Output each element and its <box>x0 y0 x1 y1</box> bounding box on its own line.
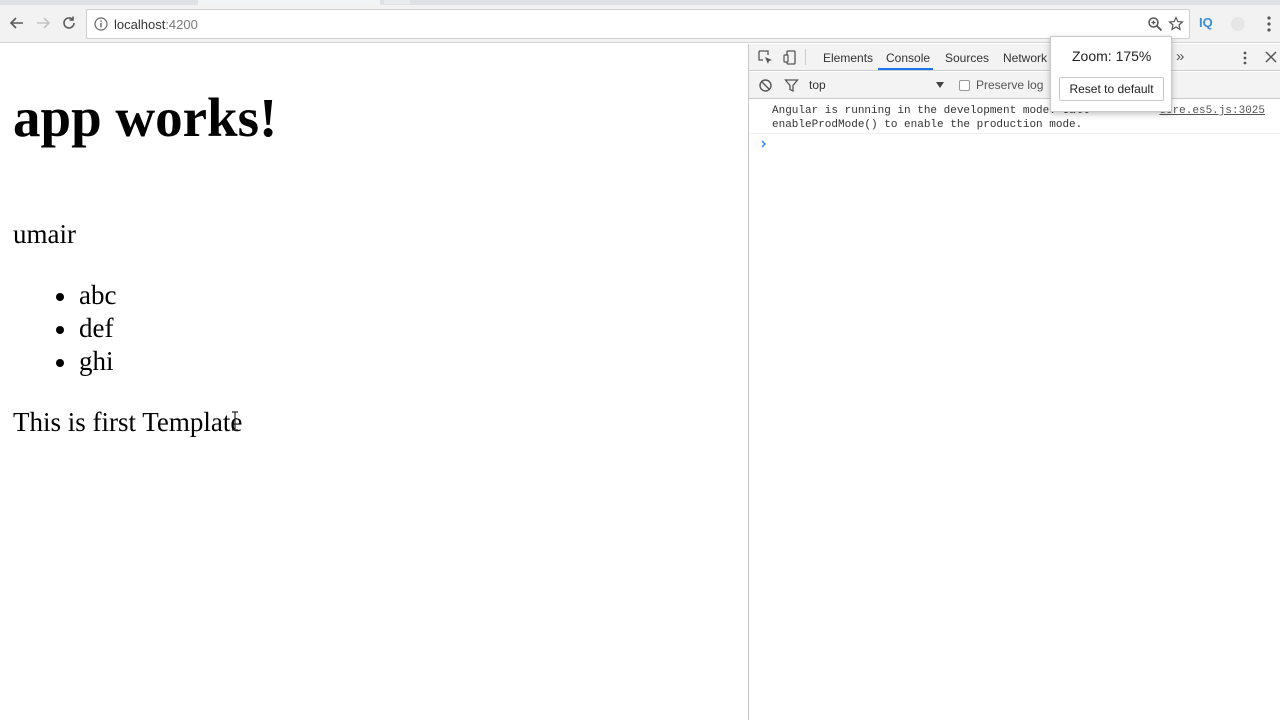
arrow-left-icon <box>9 17 23 29</box>
console-toolbar: top Preserve log <box>749 72 1280 99</box>
browser-menu-icon[interactable] <box>1262 15 1276 33</box>
extension-icon[interactable] <box>1231 17 1245 31</box>
forward-button[interactable] <box>33 13 53 33</box>
template-text: This is first Template <box>13 407 243 437</box>
tab-elements[interactable]: Elements <box>823 51 873 65</box>
clear-console-icon[interactable] <box>758 78 773 93</box>
url-port: :4200 <box>165 17 198 32</box>
console-message-line: Angular is running in the development mo… <box>772 105 1089 117</box>
toolbar-divider <box>805 49 806 65</box>
list-item: def <box>56 312 116 345</box>
list-item: abc <box>56 279 116 312</box>
text-cursor-icon <box>232 411 238 431</box>
zoom-in-icon[interactable] <box>1147 16 1163 32</box>
arrow-right-icon <box>37 17 51 29</box>
iq-extension-icon[interactable]: IQ <box>1199 15 1213 30</box>
console-prompt-icon[interactable] <box>759 139 769 149</box>
reset-zoom-button[interactable]: Reset to default <box>1059 77 1164 101</box>
back-button[interactable] <box>7 13 27 33</box>
zoom-level-label: Zoom: 175% <box>1072 48 1152 64</box>
more-tabs-button[interactable]: » <box>1176 48 1184 65</box>
address-bar[interactable]: localhost:4200 <box>86 9 1190 39</box>
reload-button[interactable] <box>59 13 79 33</box>
device-toolbar-icon[interactable] <box>783 50 798 65</box>
reload-icon <box>63 16 75 29</box>
tab-network[interactable]: Network <box>1003 51 1047 65</box>
devtools-tab-bar: Elements Console Sources Network » <box>749 44 1280 71</box>
item-list: abc def ghi <box>56 279 116 378</box>
page-heading: app works! <box>13 87 278 148</box>
preserve-log-label: Preserve log <box>976 78 1044 92</box>
checkbox-box[interactable] <box>959 79 970 91</box>
page-viewport: app works! umair abc def ghi This is fir… <box>0 44 748 720</box>
console-source-link[interactable]: core.es5.js:3025 <box>1159 105 1265 117</box>
preserve-log-checkbox[interactable]: Preserve log <box>959 78 1043 92</box>
devtools-panel: Elements Console Sources Network » top P… <box>748 44 1280 720</box>
url-host: localhost <box>114 17 166 32</box>
tab-sources[interactable]: Sources <box>945 51 989 65</box>
zoom-popup: Zoom: 175% Reset to default <box>1050 36 1172 112</box>
user-name: umair <box>13 219 76 249</box>
bookmark-star-icon[interactable] <box>1168 16 1184 32</box>
close-icon[interactable] <box>1265 51 1277 63</box>
list-item: ghi <box>56 345 116 378</box>
console-message-line: enableProdMode() to enable the productio… <box>772 119 1083 131</box>
info-icon[interactable] <box>94 17 108 31</box>
active-tab-indicator <box>878 68 933 70</box>
new-tab-button[interactable] <box>384 0 410 4</box>
context-selector[interactable]: top <box>809 78 826 92</box>
tab-console[interactable]: Console <box>886 51 930 65</box>
console-message: Angular is running in the development mo… <box>749 100 1280 134</box>
inspect-element-icon[interactable] <box>758 50 773 65</box>
devtools-menu-icon[interactable] <box>1240 50 1250 66</box>
dropdown-arrow-icon[interactable] <box>936 82 944 88</box>
filter-icon[interactable] <box>784 78 799 93</box>
url-text: localhost:4200 <box>114 17 198 32</box>
